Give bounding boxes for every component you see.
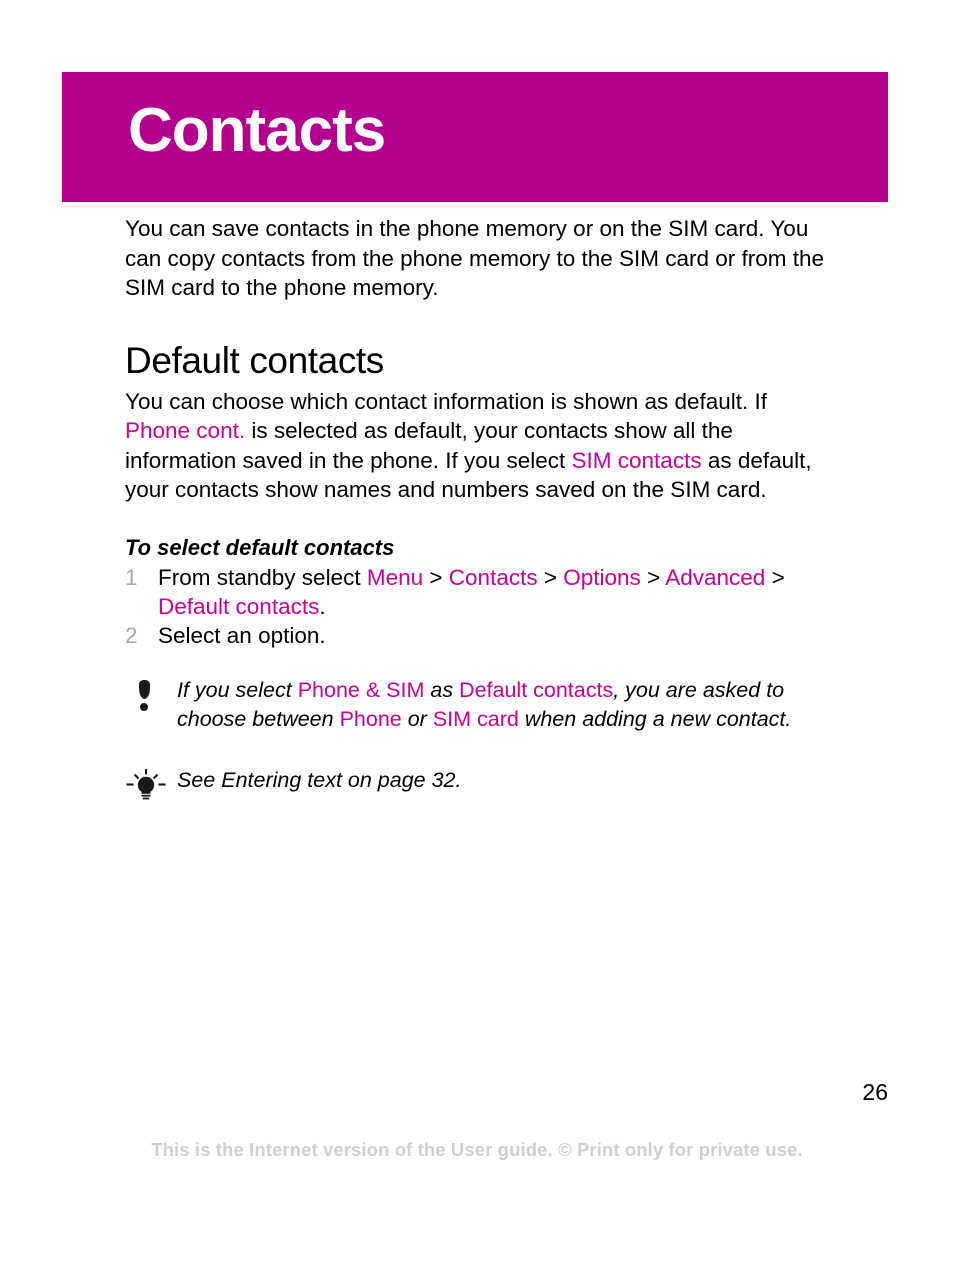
procedure-step-2: 2 Select an option. bbox=[125, 621, 837, 650]
step-text: Select an option. bbox=[158, 622, 326, 648]
lightbulb-icon bbox=[125, 768, 167, 800]
ui-term-phone-and-sim: Phone & SIM bbox=[297, 677, 425, 702]
note-part-5: when adding a new contact. bbox=[518, 706, 792, 731]
tip-text: See Entering text on page 32. bbox=[177, 767, 462, 792]
ui-term-sim-contacts: SIM contacts bbox=[571, 447, 702, 473]
ui-term-sim-card: SIM card bbox=[432, 706, 519, 731]
note-callout: If you select Phone & SIM as Default con… bbox=[125, 676, 837, 734]
intro-paragraph: You can save contacts in the phone memor… bbox=[125, 216, 825, 300]
section-paragraph-part-1: You can choose which contact information… bbox=[125, 388, 768, 414]
chapter-title: Contacts bbox=[128, 96, 386, 165]
page-content: You can save contacts in the phone memor… bbox=[125, 214, 837, 799]
ui-term-advanced: Advanced bbox=[665, 564, 766, 590]
exclamation-icon bbox=[136, 679, 152, 711]
step-text-after: . bbox=[319, 593, 326, 619]
procedure-steps: 1 From standby select Menu > Contacts > O… bbox=[125, 563, 837, 650]
chapter-banner: Contacts bbox=[62, 72, 888, 202]
ui-term-default-contacts: Default contacts bbox=[459, 677, 614, 702]
path-separator: > bbox=[647, 564, 661, 590]
page-number: 26 bbox=[862, 1079, 888, 1105]
path-separator: > bbox=[771, 564, 785, 590]
procedure-step-1: 1 From standby select Menu > Contacts > O… bbox=[125, 563, 837, 621]
step-number: 1 bbox=[125, 564, 138, 590]
ui-term-contacts: Contacts bbox=[448, 564, 538, 590]
ui-term-phone-cont: Phone cont. bbox=[125, 418, 246, 443]
section-paragraph: You can choose which contact information… bbox=[125, 387, 837, 505]
ui-term-default-contacts: Default contacts bbox=[158, 593, 320, 619]
procedure-title: To select default contacts bbox=[125, 534, 395, 560]
step-text-before: From standby select bbox=[158, 564, 367, 590]
ui-term-phone: Phone bbox=[339, 706, 402, 731]
ui-term-menu: Menu bbox=[366, 564, 424, 590]
path-separator: > bbox=[543, 564, 557, 590]
step-number: 2 bbox=[125, 622, 138, 648]
note-part-1: If you select bbox=[177, 677, 298, 702]
path-separator: > bbox=[429, 564, 443, 590]
note-part-4: or bbox=[401, 706, 433, 731]
footer-notice: This is the Internet version of the User… bbox=[151, 1139, 803, 1160]
section-heading: Default contacts bbox=[125, 339, 384, 381]
note-part-2: as bbox=[424, 677, 460, 702]
ui-term-options: Options bbox=[563, 564, 641, 590]
tip-callout: See Entering text on page 32. bbox=[125, 766, 837, 799]
